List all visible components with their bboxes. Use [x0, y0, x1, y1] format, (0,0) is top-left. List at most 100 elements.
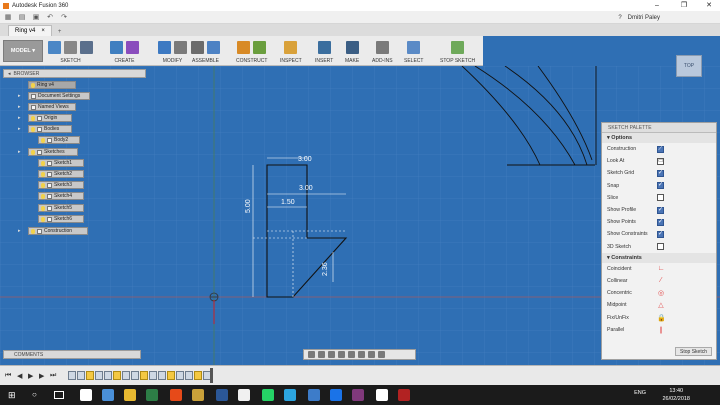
taskbar-app-icon[interactable] [124, 389, 136, 401]
toolbar-group-2[interactable]: MODIFY [158, 36, 187, 66]
browser-item[interactable]: Document Settings [28, 92, 90, 100]
expand-arrow-icon[interactable]: ▸ [18, 228, 21, 234]
visibility-bulb-icon[interactable] [41, 205, 45, 211]
palette-option-checkbox[interactable]: ▭ [657, 157, 664, 165]
expand-arrow-icon[interactable]: ▸ [18, 126, 21, 132]
visibility-bulb-icon[interactable] [41, 160, 45, 166]
toolbar-group-5[interactable]: INSPECT [280, 36, 302, 66]
constraint-row[interactable]: Parallel ∥ [602, 324, 716, 336]
toolbar-group-6[interactable]: INSERT [315, 36, 333, 66]
view-cube[interactable]: TOP [676, 55, 702, 77]
minimize-button[interactable]: – [646, 0, 668, 11]
close-tab-icon[interactable]: × [41, 28, 45, 34]
go-to-end-icon[interactable]: ⏭ [50, 372, 56, 380]
orbit-icon[interactable] [308, 351, 315, 358]
language-indicator[interactable]: ENG [634, 389, 646, 397]
toolbar-group-1[interactable]: CREATE [110, 36, 139, 66]
zoom-icon[interactable] [338, 351, 345, 358]
sketch-palette-header[interactable]: SKETCH PALETTE [602, 123, 716, 133]
save-icon[interactable]: ▣ [32, 14, 40, 21]
palette-option-row[interactable]: Show Constraints ✓ [602, 228, 716, 240]
toolbar-group-label[interactable]: MODIFY [163, 58, 182, 64]
search-icon[interactable]: ○ [32, 390, 37, 399]
timeline-feature-icon[interactable] [122, 371, 130, 380]
dim-inner-width[interactable]: 1.50 [281, 199, 295, 206]
constraint-icon[interactable]: 🔒 [657, 314, 666, 322]
viewports-icon[interactable] [378, 351, 385, 358]
browser-item[interactable]: Body2 [38, 136, 80, 144]
visibility-bulb-icon[interactable] [31, 115, 35, 121]
taskbar-app-icon[interactable] [284, 389, 296, 401]
toolbar-tool-icon[interactable] [174, 40, 187, 54]
palette-option-row[interactable]: 3D Sketch [602, 241, 716, 253]
timeline-feature-icon[interactable] [194, 371, 202, 380]
timeline-feature-icon[interactable] [104, 371, 112, 380]
timeline-feature-icon[interactable] [77, 371, 85, 380]
toolbar-tool-icon[interactable] [375, 40, 389, 54]
taskbar-app-icon[interactable] [102, 389, 114, 401]
toolbar-tool-icon[interactable] [317, 40, 331, 54]
toolbar-group-3[interactable]: ASSEMBLE [191, 36, 220, 66]
browser-item[interactable]: Sketch1 [38, 159, 84, 167]
toolbar-tool-icon[interactable] [345, 40, 359, 54]
toolbar-group-4[interactable]: CONSTRUCT [236, 36, 267, 66]
timeline-feature-icon[interactable] [68, 371, 76, 380]
display-settings-icon[interactable] [358, 351, 365, 358]
toolbar-group-9[interactable]: SELECT [404, 36, 423, 66]
windows-start-icon[interactable]: ⊞ [8, 390, 16, 401]
add-tab-button[interactable]: + [58, 29, 62, 35]
browser-item[interactable]: Bodies [28, 125, 72, 133]
browser-panel-header[interactable]: ◂ BROWSER [3, 69, 146, 78]
toolbar-group-10[interactable]: STOP SKETCH [440, 36, 475, 66]
expand-arrow-icon[interactable]: ▸ [18, 93, 21, 99]
palette-option-checkbox[interactable]: ✓ [657, 182, 664, 190]
constraint-row[interactable]: Collinear ⁄ [602, 275, 716, 287]
timeline-feature-icon[interactable] [158, 371, 166, 380]
timeline-feature-icon[interactable] [95, 371, 103, 380]
palette-option-row[interactable]: Slice [602, 192, 716, 204]
palette-option-checkbox[interactable] [657, 243, 664, 251]
step-forward-icon[interactable]: ▶ [39, 372, 44, 380]
toolbar-group-label[interactable]: SKETCH [60, 58, 80, 64]
toolbar-tool-icon[interactable] [158, 40, 171, 54]
user-account[interactable]: Dmitri Paley [628, 15, 660, 21]
data-panel-icon[interactable]: ▦ [4, 14, 12, 21]
timeline-feature-icon[interactable] [185, 371, 193, 380]
task-view-icon[interactable] [54, 391, 64, 399]
browser-item[interactable]: Sketch2 [38, 170, 84, 178]
palette-option-row[interactable]: Construction ⟋ [602, 143, 716, 155]
taskbar-app-icon[interactable] [398, 389, 410, 401]
taskbar-app-icon[interactable] [308, 389, 320, 401]
toolbar-group-label[interactable]: INSERT [315, 58, 333, 64]
clock-date[interactable]: 26/02/2018 [662, 395, 690, 403]
dim-slant[interactable]: 2.36 [322, 262, 329, 276]
redo-icon[interactable]: ↷ [60, 14, 68, 21]
visibility-bulb-icon[interactable] [41, 193, 45, 199]
constraint-icon[interactable]: △ [657, 301, 665, 309]
toolbar-group-8[interactable]: ADD-INS [372, 36, 393, 66]
timeline-marker[interactable] [210, 368, 213, 383]
palette-option-checkbox[interactable]: ✓ [657, 206, 664, 214]
toolbar-group-7[interactable]: MAKE [345, 36, 359, 66]
browser-item[interactable]: Sketches [28, 148, 78, 156]
expand-arrow-icon[interactable]: ▸ [18, 149, 21, 155]
taskbar-app-icon[interactable] [192, 389, 204, 401]
visibility-bulb-icon[interactable] [31, 126, 35, 132]
browser-item[interactable]: Sketch3 [38, 181, 84, 189]
go-to-start-icon[interactable]: ⏮ [5, 372, 11, 380]
document-tab[interactable]: Ring v4 × [8, 25, 52, 36]
expand-arrow-icon[interactable]: ▸ [18, 104, 21, 110]
visibility-bulb-icon[interactable] [41, 216, 45, 222]
visibility-bulb-icon[interactable] [41, 171, 45, 177]
step-back-icon[interactable]: ◀ [17, 372, 22, 380]
constraint-icon[interactable]: ◎ [657, 289, 665, 297]
taskbar-app-icon[interactable] [262, 389, 274, 401]
toolbar-tool-icon[interactable] [80, 40, 93, 54]
constraint-icon[interactable]: ∥ [657, 326, 665, 334]
comments-panel[interactable]: COMMENTS [3, 350, 141, 359]
browser-item[interactable]: Sketch4 [38, 192, 84, 200]
palette-option-checkbox[interactable]: ✓ [657, 218, 664, 226]
palette-option-row[interactable]: Look At ▭ [602, 155, 716, 167]
play-icon[interactable]: ▶ [28, 372, 33, 380]
grid-settings-icon[interactable] [368, 351, 375, 358]
